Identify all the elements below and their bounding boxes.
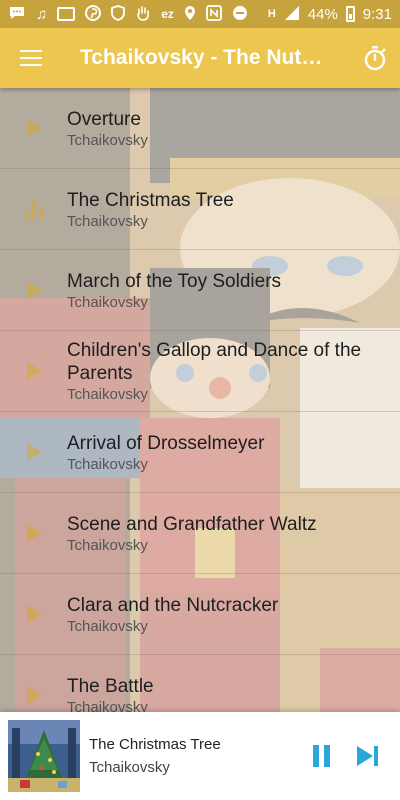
track-title: The Christmas Tree — [67, 189, 234, 211]
play-icon — [24, 118, 44, 138]
album-art — [8, 720, 80, 792]
battery-percent: 44% — [307, 5, 338, 23]
track-row[interactable]: March of the Toy Soldiers Tchaikovsky — [0, 250, 400, 331]
track-row[interactable]: Clara and the Nutcracker Tchaikovsky — [0, 574, 400, 655]
play-icon — [24, 442, 44, 462]
stopwatch-icon — [364, 46, 386, 71]
play-icon — [24, 523, 44, 543]
track-row[interactable]: The Battle Tchaikovsky — [0, 655, 400, 712]
status-bar: ♫ ez H 44% 9:31 — [0, 0, 400, 28]
track-artist: Tchaikovsky — [67, 617, 148, 635]
track-title: Clara and the Nutcracker — [67, 594, 279, 616]
inbox-icon — [57, 7, 76, 21]
pause-button[interactable] — [306, 741, 336, 771]
nfc-icon — [206, 4, 222, 24]
signal-icon — [284, 5, 300, 24]
play-icon — [24, 361, 44, 381]
track-row[interactable]: Arrival of Drosselmeyer Tchaikovsky — [0, 412, 400, 493]
play-icon — [24, 685, 44, 705]
dnd-icon — [232, 5, 248, 24]
track-title: Arrival of Drosselmeyer — [67, 432, 265, 454]
now-playing-title: The Christmas Tree — [89, 736, 221, 753]
hamburger-icon — [20, 50, 42, 66]
ez-icon: ez — [161, 7, 174, 21]
hand-icon — [135, 5, 151, 24]
track-artist: Tchaikovsky — [67, 536, 148, 554]
skip-next-button[interactable] — [346, 741, 390, 771]
music-note-icon: ♫ — [36, 5, 48, 23]
track-artist: Tchaikovsky — [67, 293, 148, 311]
shield-icon — [111, 4, 126, 24]
system-icons: H 44% 9:31 — [268, 5, 392, 24]
chat-icon — [8, 5, 26, 24]
play-icon — [24, 280, 44, 300]
skip-next-icon — [357, 746, 378, 766]
sleep-timer-button[interactable] — [350, 28, 400, 88]
pinterest-icon — [85, 4, 102, 24]
app-bar: Tchaikovsky - The Nutcracker — [0, 28, 400, 88]
now-playing-bar[interactable]: The Christmas Tree Tchaikovsky — [0, 712, 400, 800]
page-title: Tchaikovsky - The Nutcracker — [80, 46, 334, 69]
track-artist: Tchaikovsky — [67, 131, 148, 149]
network-type-icon: H — [267, 7, 276, 20]
track-list-area[interactable]: Overture Tchaikovsky The Christmas Tree … — [0, 88, 400, 712]
track-title: Overture — [67, 108, 141, 130]
track-artist: Tchaikovsky — [67, 212, 148, 230]
track-title: Scene and Grandfather Waltz — [67, 513, 317, 535]
track-artist: Tchaikovsky — [67, 698, 148, 713]
track-title: Children's Gallop and Dance of the Paren… — [67, 340, 362, 384]
battery-icon — [345, 6, 355, 22]
now-playing-artist: Tchaikovsky — [89, 759, 170, 776]
play-icon — [24, 604, 44, 624]
menu-button[interactable] — [0, 28, 62, 88]
equalizer-icon — [24, 199, 44, 220]
track-title: March of the Toy Soldiers — [67, 270, 282, 292]
track-row[interactable]: Children's Gallop and Dance of the Paren… — [0, 331, 400, 412]
notification-icons: ♫ ez — [8, 4, 248, 24]
track-list: Overture Tchaikovsky The Christmas Tree … — [0, 88, 400, 712]
track-row[interactable]: Scene and Grandfather Waltz Tchaikovsky — [0, 493, 400, 574]
clock: 9:31 — [362, 5, 392, 23]
location-icon — [184, 5, 196, 24]
track-artist: Tchaikovsky — [67, 386, 148, 403]
track-title: The Battle — [67, 675, 154, 697]
track-row[interactable]: Overture Tchaikovsky — [0, 88, 400, 169]
track-row[interactable]: The Christmas Tree Tchaikovsky — [0, 169, 400, 250]
track-artist: Tchaikovsky — [67, 455, 148, 473]
